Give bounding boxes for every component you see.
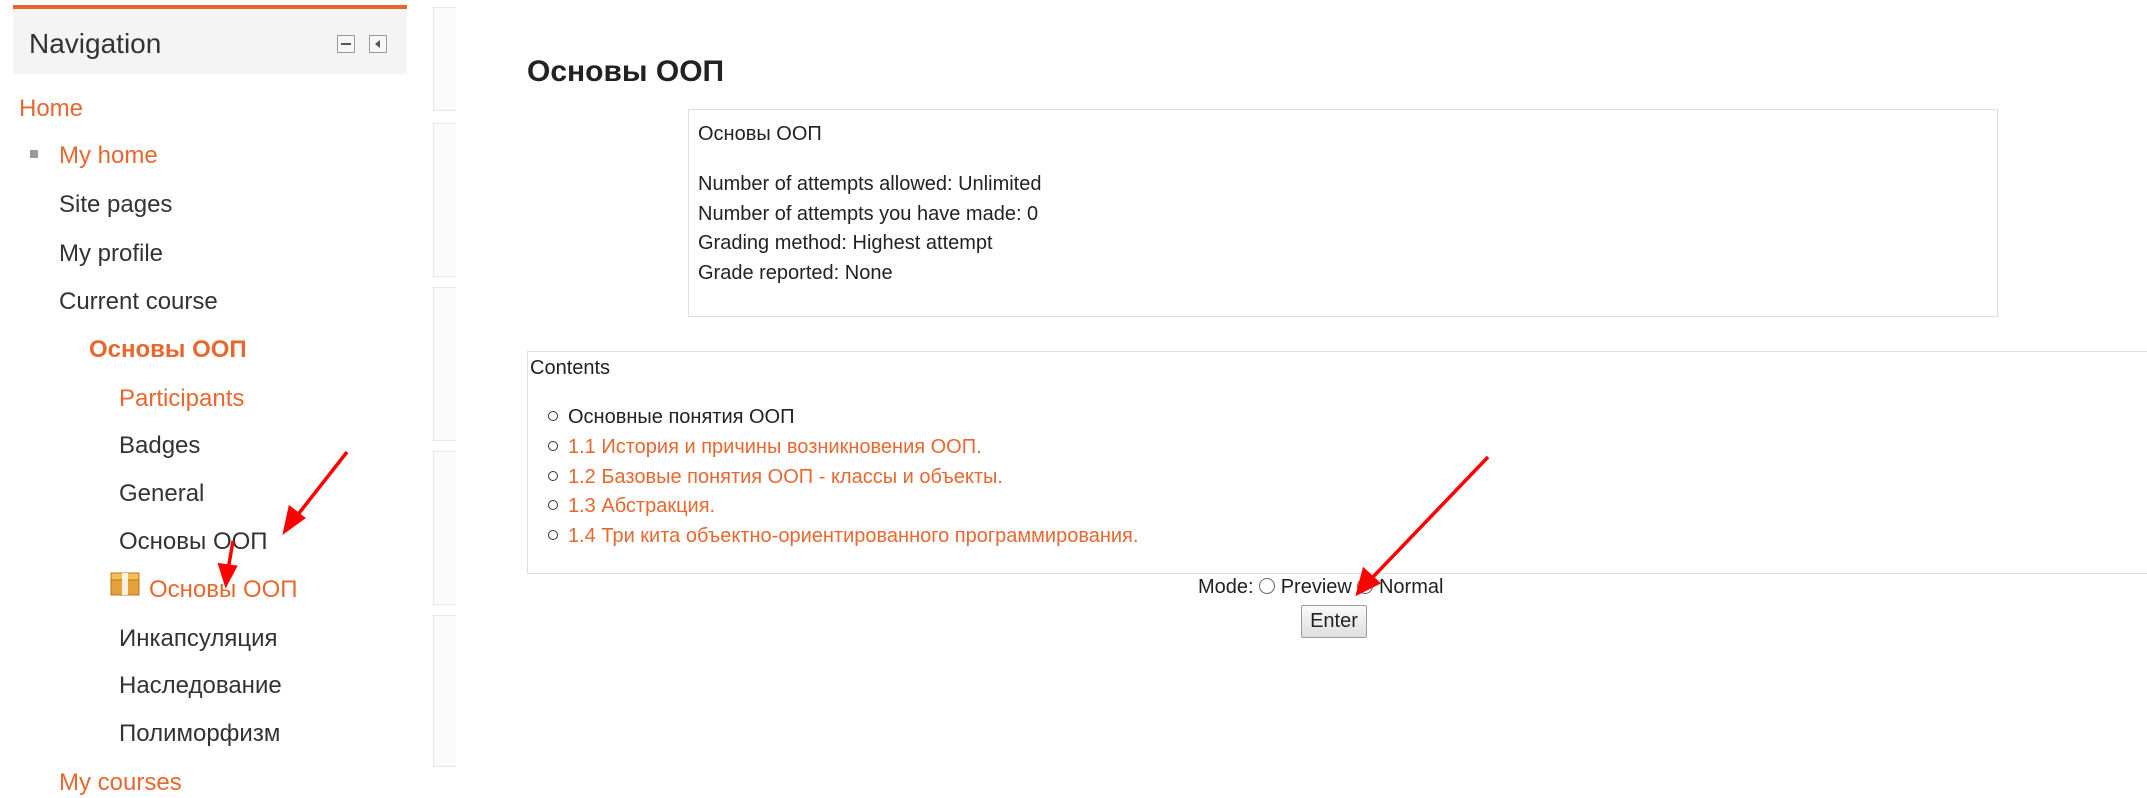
block-tab [433, 451, 456, 605]
navigation-block: Navigation [13, 5, 407, 74]
nav-general[interactable]: General [119, 479, 204, 509]
circle-bullet-icon [548, 529, 558, 540]
block-tab [433, 7, 456, 111]
nav-encapsulation[interactable]: Инкапсуляция [119, 624, 278, 654]
toc-item[interactable]: 1.3 Абстракция. [548, 494, 715, 518]
mode-selector: Mode: Preview Normal [1198, 573, 1443, 601]
preview-label[interactable]: Preview [1281, 576, 1352, 598]
nav-my-home-link[interactable]: My home [59, 141, 158, 171]
nav-home-link[interactable]: Home [19, 94, 83, 124]
block-tab [433, 615, 456, 767]
nav-my-courses-link[interactable]: My courses [59, 768, 182, 798]
nav-my-profile[interactable]: My profile [59, 239, 163, 269]
normal-radio[interactable] [1357, 577, 1374, 594]
page-title: Основы ООП [527, 55, 725, 88]
nav-inheritance[interactable]: Наследование [119, 671, 282, 701]
circle-bullet-icon [548, 470, 558, 481]
circle-bullet-icon [548, 440, 558, 451]
arrow-line [294, 450, 349, 519]
nav-badges[interactable]: Badges [119, 431, 200, 461]
nav-participants-link[interactable]: Participants [119, 384, 244, 414]
nav-course-link[interactable]: Основы ООП [89, 335, 247, 365]
dock-block-icon[interactable] [369, 35, 387, 53]
toc-item[interactable]: 1.2 Базовые понятия ООП - классы и объек… [548, 465, 1003, 489]
toc-item[interactable]: 1.1 История и причины возникновения ООП. [548, 435, 982, 459]
arrow-head-icon [282, 504, 306, 536]
contents-label: Contents [530, 357, 611, 379]
nav-current-course[interactable]: Current course [59, 287, 218, 317]
toc-item[interactable]: 1.4 Три кита объектно-ориентированного п… [548, 524, 1138, 548]
nav-section-oop[interactable]: Основы ООП [119, 527, 268, 557]
info-heading: Основы ООП [698, 123, 822, 145]
grading-method: Grading method: Highest attempt [698, 232, 993, 254]
toc-item: Основные понятия ООП [548, 405, 794, 429]
navigation-title: Navigation [29, 28, 162, 59]
circle-bullet-icon [548, 499, 558, 510]
circle-bullet-icon [548, 410, 558, 421]
block-tab [433, 123, 456, 277]
navigation-header: Navigation [13, 5, 407, 74]
preview-radio[interactable] [1259, 577, 1276, 594]
collapse-block-icon[interactable] [337, 35, 355, 53]
block-tab [433, 287, 456, 441]
nav-current-quiz-link[interactable]: Основы ООП [149, 575, 298, 605]
enter-button[interactable]: Enter [1301, 605, 1367, 638]
contents-box: Contents Основные понятия ООП 1.1 Истори… [527, 351, 2147, 574]
attempts-made: Number of attempts you have made: 0 [698, 203, 1039, 225]
square-bullet-icon [30, 150, 38, 158]
nav-site-pages[interactable]: Site pages [59, 190, 172, 220]
attempts-allowed: Number of attempts allowed: Unlimited [698, 173, 1042, 195]
nav-polymorphism[interactable]: Полиморфизм [119, 719, 280, 749]
scorm-package-icon [110, 572, 140, 596]
normal-label[interactable]: Normal [1379, 576, 1443, 598]
mode-label: Mode: [1198, 576, 1254, 598]
quiz-info-box: Основы ООП Number of attempts allowed: U… [688, 109, 1998, 317]
grade-reported: Grade reported: None [698, 262, 893, 284]
